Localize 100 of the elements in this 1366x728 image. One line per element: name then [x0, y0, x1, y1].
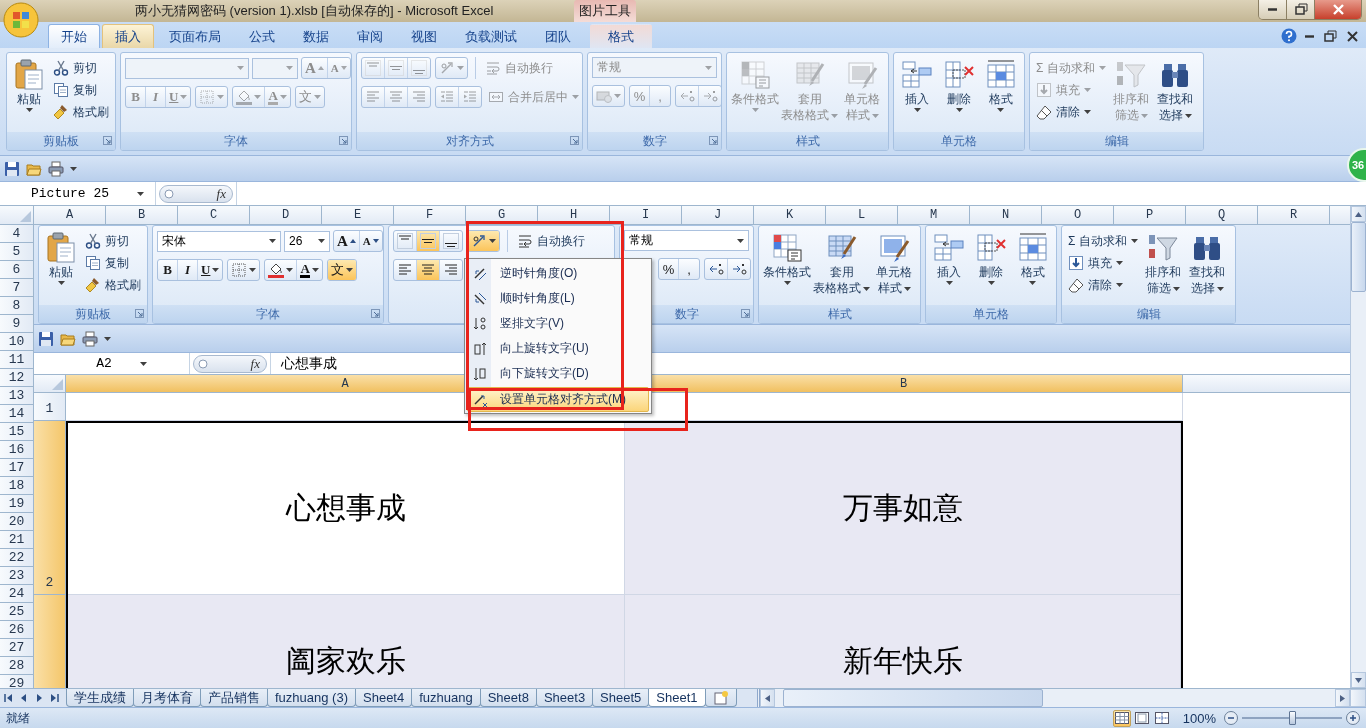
shrink-font-button[interactable]: A	[359, 231, 382, 251]
zoom-level[interactable]: 100%	[1182, 710, 1216, 726]
sort-filter-button[interactable]: 排序和 筛选	[1142, 230, 1185, 305]
row-header[interactable]: 13	[0, 387, 34, 405]
row-header[interactable]: 7	[0, 279, 34, 297]
table-cell: 万事如意	[625, 423, 1181, 595]
sheet-tab[interactable]: Sheet5	[592, 689, 650, 707]
conditional-format-button[interactable]: 条件格式	[763, 230, 811, 305]
group-label: 数字	[674, 305, 699, 323]
clear-button[interactable]: 清除	[1066, 274, 1141, 296]
row-header[interactable]: 8	[0, 297, 34, 315]
row-header[interactable]: 18	[0, 477, 34, 495]
row-header[interactable]: 11	[0, 351, 34, 369]
ribbon-tab[interactable]: 数据	[290, 24, 342, 48]
group-label: 字体	[224, 132, 248, 150]
row-header[interactable]: 27	[0, 639, 34, 657]
group-label: 单元格	[941, 132, 977, 150]
copy-button[interactable]: 复制	[51, 79, 111, 101]
row-header[interactable]: 24	[0, 585, 34, 603]
copy-button[interactable]: 复制	[83, 252, 143, 274]
format-cells-button[interactable]: 格式	[981, 57, 1020, 132]
row-header[interactable]: 2	[34, 421, 66, 595]
number-format-field[interactable]: 常规	[624, 230, 749, 251]
autosum-button[interactable]: Σ 自动求和	[1066, 230, 1141, 252]
row-header[interactable]: 25	[0, 603, 34, 621]
wrap-text-button[interactable]: 自动换行	[515, 230, 587, 252]
insert-cells-button[interactable]: 插入	[898, 57, 937, 132]
sheet-tab[interactable]: Sheet8	[479, 689, 537, 707]
sheet-tab[interactable]: fuzhuang (3)	[267, 689, 356, 707]
sheet-tab[interactable]: Sheet4	[355, 689, 413, 707]
row-header[interactable]: 22	[0, 549, 34, 567]
insert-function-button[interactable]: fx	[159, 184, 233, 203]
row-header[interactable]: 9	[0, 315, 34, 333]
cut-button[interactable]: 剪切	[83, 230, 143, 252]
sheet-tab[interactable]: Sheet1	[648, 689, 706, 707]
comma-button[interactable]: ,	[679, 259, 699, 279]
paste-button[interactable]: 粘贴	[43, 230, 79, 305]
ribbon-tab[interactable]: 审阅	[344, 24, 396, 48]
row-header[interactable]: 6	[0, 261, 34, 279]
sheet-tab[interactable]: Sheet3	[535, 689, 594, 707]
ribbon-tab[interactable]: 负载测试	[452, 24, 530, 48]
font-color-button[interactable]: A	[297, 260, 322, 280]
row-header[interactable]: 17	[0, 459, 34, 477]
table-cell: 阖家欢乐	[68, 595, 625, 688]
row-header[interactable]: 5	[0, 243, 34, 261]
row-header[interactable]: 23	[0, 567, 34, 585]
find-select-button[interactable]: 查找和 选择	[1154, 57, 1197, 132]
row-header[interactable]: 16	[0, 441, 34, 459]
row-header[interactable]: 21	[0, 531, 34, 549]
row-header[interactable]: 14	[0, 405, 34, 423]
table-format-button[interactable]: 套用 表格格式	[813, 230, 870, 305]
bold-button[interactable]: B	[158, 260, 178, 280]
ribbon-tab[interactable]: 插入	[102, 24, 154, 48]
phonetic-button[interactable]: 文	[327, 260, 356, 280]
delete-cells-button[interactable]: 删除	[971, 230, 1011, 305]
row-header[interactable]: 10	[0, 333, 34, 351]
row-header[interactable]: 19	[0, 495, 34, 513]
table-cell: 新年快乐	[625, 595, 1181, 688]
menu-item[interactable]: 竖排文字(V)	[467, 311, 649, 336]
row-header[interactable]: 26	[0, 621, 34, 639]
ribbon-tab[interactable]: 公式	[236, 24, 288, 48]
insert-function-button[interactable]: fx	[193, 354, 267, 373]
ribbon-tab[interactable]: 格式	[590, 24, 652, 48]
group-label: 编辑	[1104, 132, 1129, 150]
fill-button[interactable]: 填充	[1066, 252, 1141, 274]
sheet-tab[interactable]: 产品销售	[200, 689, 268, 707]
name-box[interactable]: Picture 25	[0, 182, 156, 205]
underline-button[interactable]: U	[198, 260, 223, 280]
ribbon-tab[interactable]: 团队	[532, 24, 584, 48]
row-header[interactable]: 15	[0, 423, 34, 441]
paste-button[interactable]: 粘贴	[11, 57, 47, 132]
font-name-field[interactable]: 宋体	[157, 230, 281, 252]
row-header[interactable]: 4	[0, 225, 34, 243]
delete-cells-button[interactable]: 删除	[939, 57, 979, 132]
sheet-tab[interactable]: fuzhuang	[411, 689, 481, 707]
row-header[interactable]: 28	[0, 657, 34, 675]
font-size-field[interactable]: 26	[284, 230, 330, 252]
format-cells-button[interactable]: 格式	[1013, 230, 1052, 305]
group-label: 数字	[642, 132, 667, 150]
format-painter-button[interactable]: 格式刷	[83, 274, 143, 296]
ribbon-tab[interactable]: 视图	[398, 24, 450, 48]
ribbon-tab[interactable]: 页面布局	[156, 24, 234, 48]
clear-button[interactable]: 清除	[1034, 101, 1109, 123]
grow-font-button[interactable]: A	[334, 231, 360, 251]
group-label: 单元格	[973, 305, 1009, 323]
row-header[interactable]: 29	[0, 675, 34, 688]
sheet-tab[interactable]: 学生成绩	[66, 689, 134, 707]
insert-cells-button[interactable]: 插入	[930, 230, 969, 305]
sheet-tab[interactable]: 月考体育	[133, 689, 201, 707]
row-header[interactable]: 12	[0, 369, 34, 387]
row-header[interactable]: 20	[0, 513, 34, 531]
percent-button[interactable]: %	[659, 259, 679, 279]
row-header[interactable]: 1	[34, 393, 66, 421]
find-select-button[interactable]: 查找和 选择	[1186, 230, 1229, 305]
ribbon-tab[interactable]: 开始	[48, 24, 100, 48]
name-box[interactable]: A2	[34, 353, 190, 374]
cell-styles-button[interactable]: 单元格 样式	[872, 230, 916, 305]
format-painter-button[interactable]: 格式刷	[51, 101, 111, 123]
cut-button[interactable]: 剪切	[51, 57, 111, 79]
italic-button[interactable]: I	[178, 260, 198, 280]
